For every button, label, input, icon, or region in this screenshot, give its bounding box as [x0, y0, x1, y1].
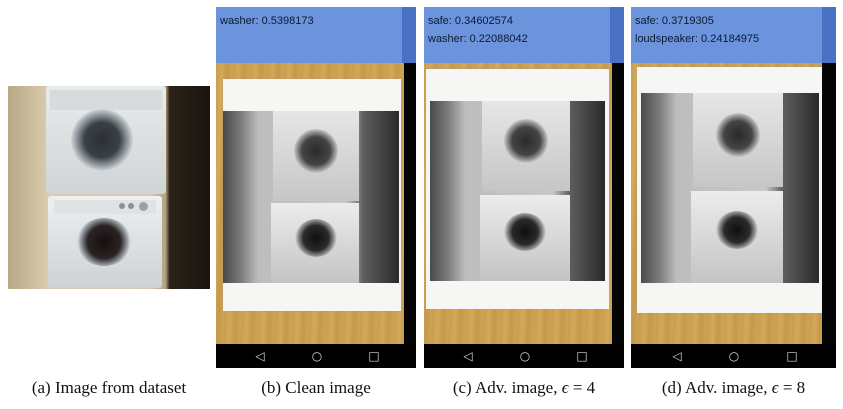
- phone-screen-adv-eps4: safe: 0.34602574 washer: 0.22088042 ◁ ○ …: [424, 7, 624, 368]
- printed-photo: [641, 93, 819, 283]
- home-icon[interactable]: ○: [515, 344, 535, 368]
- home-icon[interactable]: ○: [307, 344, 327, 368]
- score-line-2: washer: 0.22088042: [428, 33, 528, 45]
- screen-edge: [612, 63, 624, 368]
- recents-icon[interactable]: □: [572, 344, 592, 368]
- score-line-2: loudspeaker: 0.24184975: [635, 33, 760, 45]
- caption-c-text: (c) Adv. image,: [452, 378, 558, 397]
- back-icon[interactable]: ◁: [250, 344, 270, 368]
- caption-b-text: (b) Clean image: [261, 378, 371, 397]
- score-line-1: washer: 0.5398173: [220, 15, 314, 27]
- epsilon-value: = 8: [782, 378, 806, 397]
- android-nav-bar: ◁ ○ □: [631, 344, 836, 368]
- caption-d: (d) Adv. image, ϵ = 8: [631, 378, 836, 398]
- printed-photo: [223, 111, 399, 283]
- back-icon[interactable]: ◁: [667, 344, 687, 368]
- android-nav-bar: ◁ ○ □: [216, 344, 416, 368]
- phone-screen-clean: washer: 0.5398173 ◁ ○ □: [216, 7, 416, 368]
- epsilon-symbol: ϵ: [561, 378, 569, 397]
- caption-d-text: (d) Adv. image,: [661, 378, 768, 397]
- printed-photo: [430, 101, 605, 281]
- epsilon-symbol: ϵ: [771, 378, 779, 397]
- android-nav-bar: ◁ ○ □: [424, 344, 624, 368]
- caption-c: (c) Adv. image, ϵ = 4: [424, 378, 624, 398]
- screen-edge: [404, 63, 416, 368]
- back-icon[interactable]: ◁: [458, 344, 478, 368]
- recents-icon[interactable]: □: [364, 344, 384, 368]
- dataset-photo: [8, 86, 210, 289]
- home-icon[interactable]: ○: [724, 344, 744, 368]
- screen-edge: [822, 63, 836, 368]
- epsilon-value: = 4: [572, 378, 596, 397]
- score-line-1: safe: 0.34602574: [428, 15, 514, 27]
- caption-a-text: (a) Image from dataset: [31, 378, 187, 397]
- caption-b: (b) Clean image: [216, 378, 416, 398]
- phone-screen-adv-eps8: safe: 0.3719305 loudspeaker: 0.24184975 …: [631, 7, 836, 368]
- score-line-1: safe: 0.3719305: [635, 15, 714, 27]
- recents-icon[interactable]: □: [782, 344, 802, 368]
- caption-a: (a) Image from dataset: [8, 378, 210, 398]
